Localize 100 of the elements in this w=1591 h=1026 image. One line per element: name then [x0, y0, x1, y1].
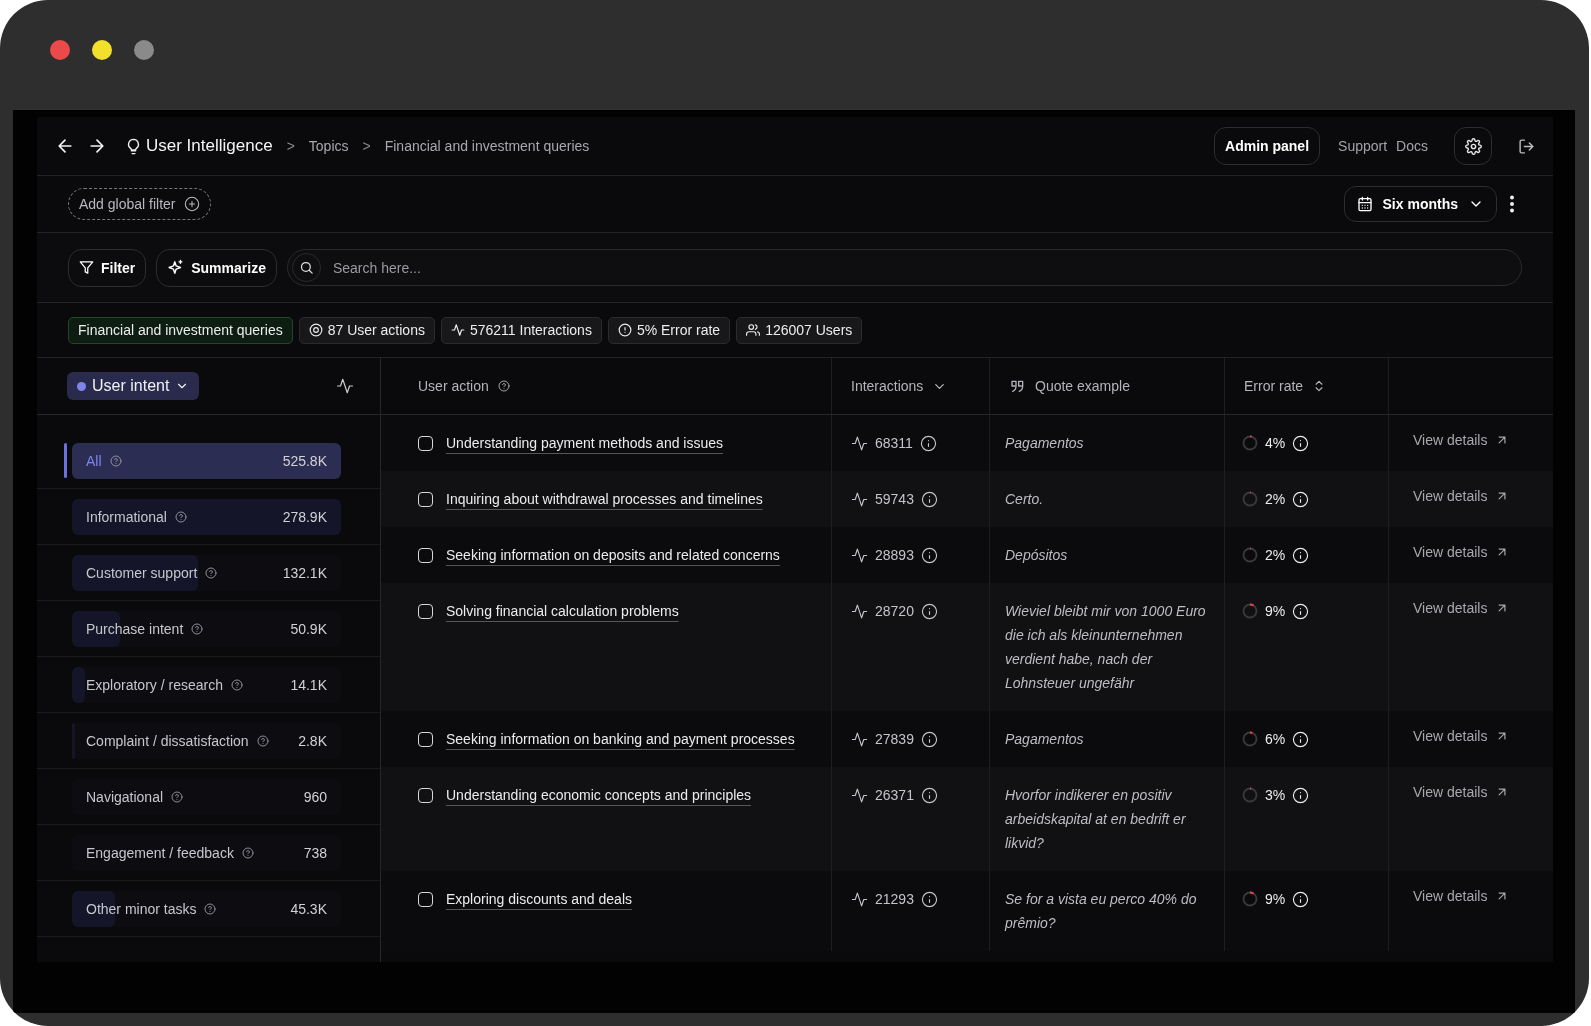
- view-details-link[interactable]: View details: [1413, 884, 1543, 908]
- kebab-menu-icon: [1509, 195, 1515, 213]
- help-icon: [174, 510, 187, 523]
- calendar-icon: [1356, 196, 1373, 212]
- help-icon: [204, 902, 217, 915]
- info-icon: [920, 891, 938, 908]
- column-header[interactable]: Interactions: [851, 378, 924, 394]
- checkbox[interactable]: [418, 548, 433, 563]
- users-icon: [746, 323, 761, 337]
- search-input[interactable]: Search here...: [330, 258, 1517, 277]
- interaction-count: 26371: [875, 786, 914, 805]
- settings-icon: [1464, 137, 1482, 155]
- checkbox[interactable]: [418, 732, 433, 747]
- filter-icon: [79, 260, 94, 275]
- more-options-button[interactable]: [1509, 195, 1515, 213]
- action-link[interactable]: Seeking information on banking and payment processes: [446, 727, 795, 751]
- pulse-icon: [851, 547, 868, 564]
- help-icon: [191, 622, 204, 635]
- admin-panel-button[interactable]: Admin panel: [1214, 127, 1321, 165]
- view-details-link[interactable]: View details: [1413, 596, 1543, 620]
- info-icon: [1292, 547, 1310, 564]
- view-details-link[interactable]: View details: [1413, 428, 1543, 452]
- info-icon: [920, 603, 938, 620]
- pulse-icon: [851, 603, 868, 620]
- header-link[interactable]: Support: [1338, 138, 1388, 154]
- column-header[interactable]: Error rate: [1244, 378, 1304, 394]
- alert-circle-icon: [617, 323, 632, 337]
- action-link[interactable]: Understanding payment methods and issues: [446, 431, 724, 455]
- window-minimize-button[interactable]: [92, 40, 112, 60]
- view-details-link[interactable]: View details: [1413, 540, 1543, 564]
- intent-count: 132.1K: [282, 564, 327, 581]
- info-icon: [920, 547, 938, 564]
- checkbox[interactable]: [418, 436, 433, 451]
- breadcrumb-link[interactable]: Financial and investment queries: [384, 138, 590, 154]
- intent-dot: [77, 381, 86, 391]
- breadcrumb-separator: >: [286, 138, 295, 154]
- column-header[interactable]: Quote example: [1035, 378, 1130, 394]
- date-range-dropdown[interactable]: Six months: [1343, 186, 1497, 222]
- help-icon: [230, 678, 243, 691]
- checkbox[interactable]: [418, 604, 433, 619]
- view-details-link[interactable]: View details: [1413, 484, 1543, 508]
- error-rate-ring: [1242, 435, 1258, 451]
- pulse-icon: [851, 435, 868, 452]
- column-header[interactable]: User action: [418, 378, 489, 394]
- window-close-button[interactable]: [50, 40, 70, 60]
- intent-count: 960: [303, 788, 327, 805]
- search-field[interactable]: Search here...: [286, 249, 1522, 286]
- window-zoom-button[interactable]: [134, 40, 154, 60]
- target-icon: [308, 323, 323, 337]
- interaction-count: 59743: [875, 490, 914, 509]
- action-link[interactable]: Seeking information on deposits and related concerns: [446, 543, 780, 567]
- action-link[interactable]: Solving financial calculation problems: [446, 599, 679, 623]
- interaction-count: 28893: [875, 546, 914, 565]
- action-link[interactable]: Exploring discounts and deals: [446, 887, 632, 911]
- view-details-link[interactable]: View details: [1413, 724, 1543, 748]
- intent-label: Engagement / feedback: [86, 844, 234, 861]
- info-icon: [919, 435, 937, 452]
- error-rate-value: 3%: [1265, 786, 1286, 805]
- intent-count: 50.9K: [290, 620, 327, 637]
- checkbox[interactable]: [418, 788, 433, 803]
- info-icon: [920, 731, 938, 748]
- error-rate-value: 2%: [1265, 490, 1286, 509]
- checkbox[interactable]: [418, 892, 433, 907]
- settings-button[interactable]: [1454, 127, 1492, 165]
- intent-count: 738: [303, 844, 327, 861]
- info-icon: [1292, 731, 1310, 748]
- action-link[interactable]: Inquiring about withdrawal processes and timelines: [446, 487, 763, 511]
- help-icon: [256, 734, 269, 747]
- plus-circle-icon: [183, 196, 200, 212]
- sparkles-icon: [167, 259, 185, 276]
- view-details-link[interactable]: View details: [1413, 780, 1543, 804]
- stat-chip: 576211 Interactions: [440, 316, 602, 344]
- error-rate-value: 6%: [1265, 730, 1286, 749]
- action-link[interactable]: Understanding economic concepts and principles: [446, 783, 752, 807]
- interaction-count: 21293: [875, 890, 914, 909]
- pulse-icon: [851, 491, 868, 508]
- error-rate-ring: [1242, 891, 1258, 907]
- info-icon: [1292, 435, 1310, 452]
- stat-chip: 87 User actions: [298, 316, 435, 344]
- checkbox[interactable]: [418, 492, 433, 507]
- intent-label: Exploratory / research: [86, 676, 223, 693]
- filter-button[interactable]: Filter: [68, 248, 147, 287]
- logout-button[interactable]: [1518, 137, 1535, 155]
- intent-count: 45.3K: [290, 900, 327, 917]
- summarize-button[interactable]: Summarize: [156, 248, 277, 287]
- intent-label: Complaint / dissatisfaction: [86, 732, 249, 749]
- header-link[interactable]: Docs: [1396, 138, 1428, 154]
- intent-label: Customer support: [86, 564, 198, 581]
- topic-tag: Financial and investment queries: [68, 316, 293, 344]
- search-icon: [298, 260, 314, 275]
- logout-icon: [1518, 137, 1535, 155]
- interaction-count: 68311: [875, 434, 913, 453]
- intent-label: Other minor tasks: [86, 900, 197, 917]
- error-rate-ring: [1242, 547, 1258, 563]
- error-rate-ring: [1242, 491, 1258, 507]
- error-rate-ring: [1242, 603, 1258, 619]
- user-intent-dropdown[interactable]: User intent: [67, 372, 200, 400]
- selection-indicator: [64, 443, 67, 478]
- error-rate-ring: [1242, 731, 1258, 747]
- breadcrumb-link[interactable]: Topics: [308, 138, 349, 154]
